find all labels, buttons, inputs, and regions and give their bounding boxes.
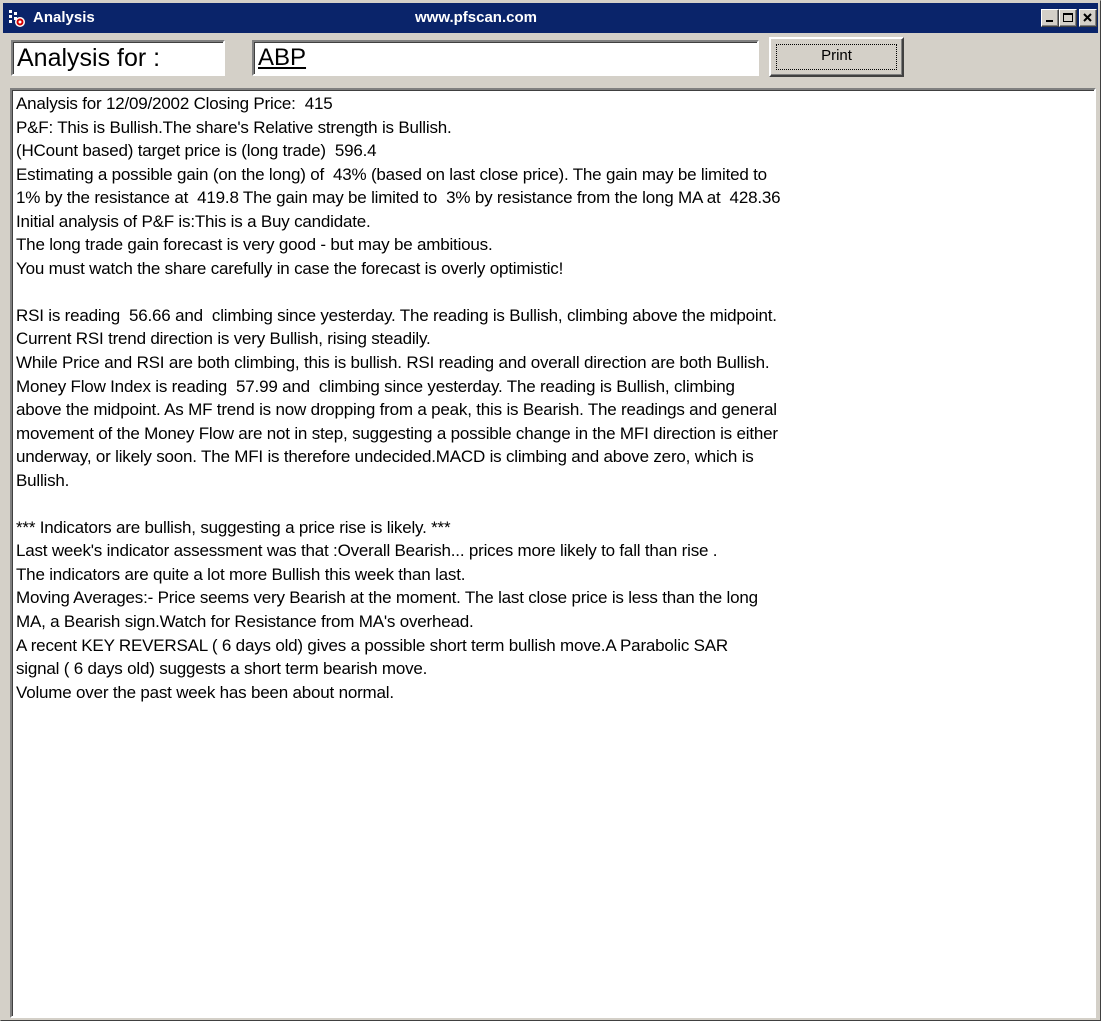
window-subtitle: www.pfscan.com	[415, 9, 537, 26]
maximize-icon	[1063, 13, 1073, 22]
close-button[interactable]	[1079, 9, 1097, 27]
minimize-button[interactable]	[1041, 9, 1059, 27]
analysis-line	[16, 280, 1090, 304]
analysis-line: *** Indicators are bullish, suggesting a…	[16, 517, 451, 537]
app-icon	[7, 8, 27, 28]
analysis-line: P&F: This is Bullish.The share's Relativ…	[16, 117, 452, 137]
analysis-line: signal ( 6 days old) suggests a short te…	[16, 659, 428, 679]
analysis-text-area[interactable]: Analysis for 12/09/2002 Closing Price: 4…	[10, 88, 1096, 1018]
close-icon	[1083, 13, 1092, 22]
analysis-window: Analysis www.pfscan.com Analysis for : A…	[0, 0, 1101, 1021]
analysis-line: The indicators are quite a lot more Bull…	[16, 564, 466, 584]
analysis-line: underway, or likely soon. The MFI is the…	[16, 447, 754, 467]
analysis-line: The long trade gain forecast is very goo…	[16, 235, 493, 255]
print-button[interactable]: Print	[769, 37, 904, 77]
analysis-line: Estimating a possible gain (on the long)…	[16, 164, 767, 184]
analysis-line: Volume over the past week has been about…	[16, 682, 394, 702]
analysis-line: You must watch the share carefully in ca…	[16, 258, 564, 278]
analysis-line	[16, 492, 1090, 516]
analysis-line: Current RSI trend direction is very Bull…	[16, 329, 431, 349]
maximize-button[interactable]	[1059, 9, 1077, 27]
analysis-line: movement of the Money Flow are not in st…	[16, 423, 778, 443]
focus-rectangle	[776, 44, 897, 70]
analysis-line: Money Flow Index is reading 57.99 and cl…	[16, 376, 735, 396]
analysis-line: 1% by the resistance at 419.8 The gain m…	[16, 188, 781, 208]
minimize-icon	[1046, 20, 1053, 22]
analysis-line: (HCount based) target price is (long tra…	[16, 141, 377, 161]
analysis-line: Analysis for 12/09/2002 Closing Price: 4…	[16, 94, 333, 113]
symbol-field[interactable]: ABP	[252, 40, 759, 76]
analysis-line: Last week's indicator assessment was tha…	[16, 541, 718, 561]
window-title: Analysis	[33, 9, 95, 26]
title-bar[interactable]: Analysis www.pfscan.com	[3, 3, 1098, 33]
analysis-line: RSI is reading 56.66 and climbing since …	[16, 305, 777, 325]
analysis-line: MA, a Bearish sign.Watch for Resistance …	[16, 612, 474, 632]
analysis-line: Moving Averages:- Price seems very Beari…	[16, 588, 758, 608]
analysis-line: While Price and RSI are both climbing, t…	[16, 353, 770, 373]
analysis-for-label: Analysis for :	[11, 40, 225, 76]
analysis-line: above the midpoint. As MF trend is now d…	[16, 400, 777, 420]
analysis-line: A recent KEY REVERSAL ( 6 days old) give…	[16, 635, 728, 655]
analysis-line: Initial analysis of P&F is:This is a Buy…	[16, 211, 371, 231]
analysis-line: Bullish.	[16, 470, 70, 490]
